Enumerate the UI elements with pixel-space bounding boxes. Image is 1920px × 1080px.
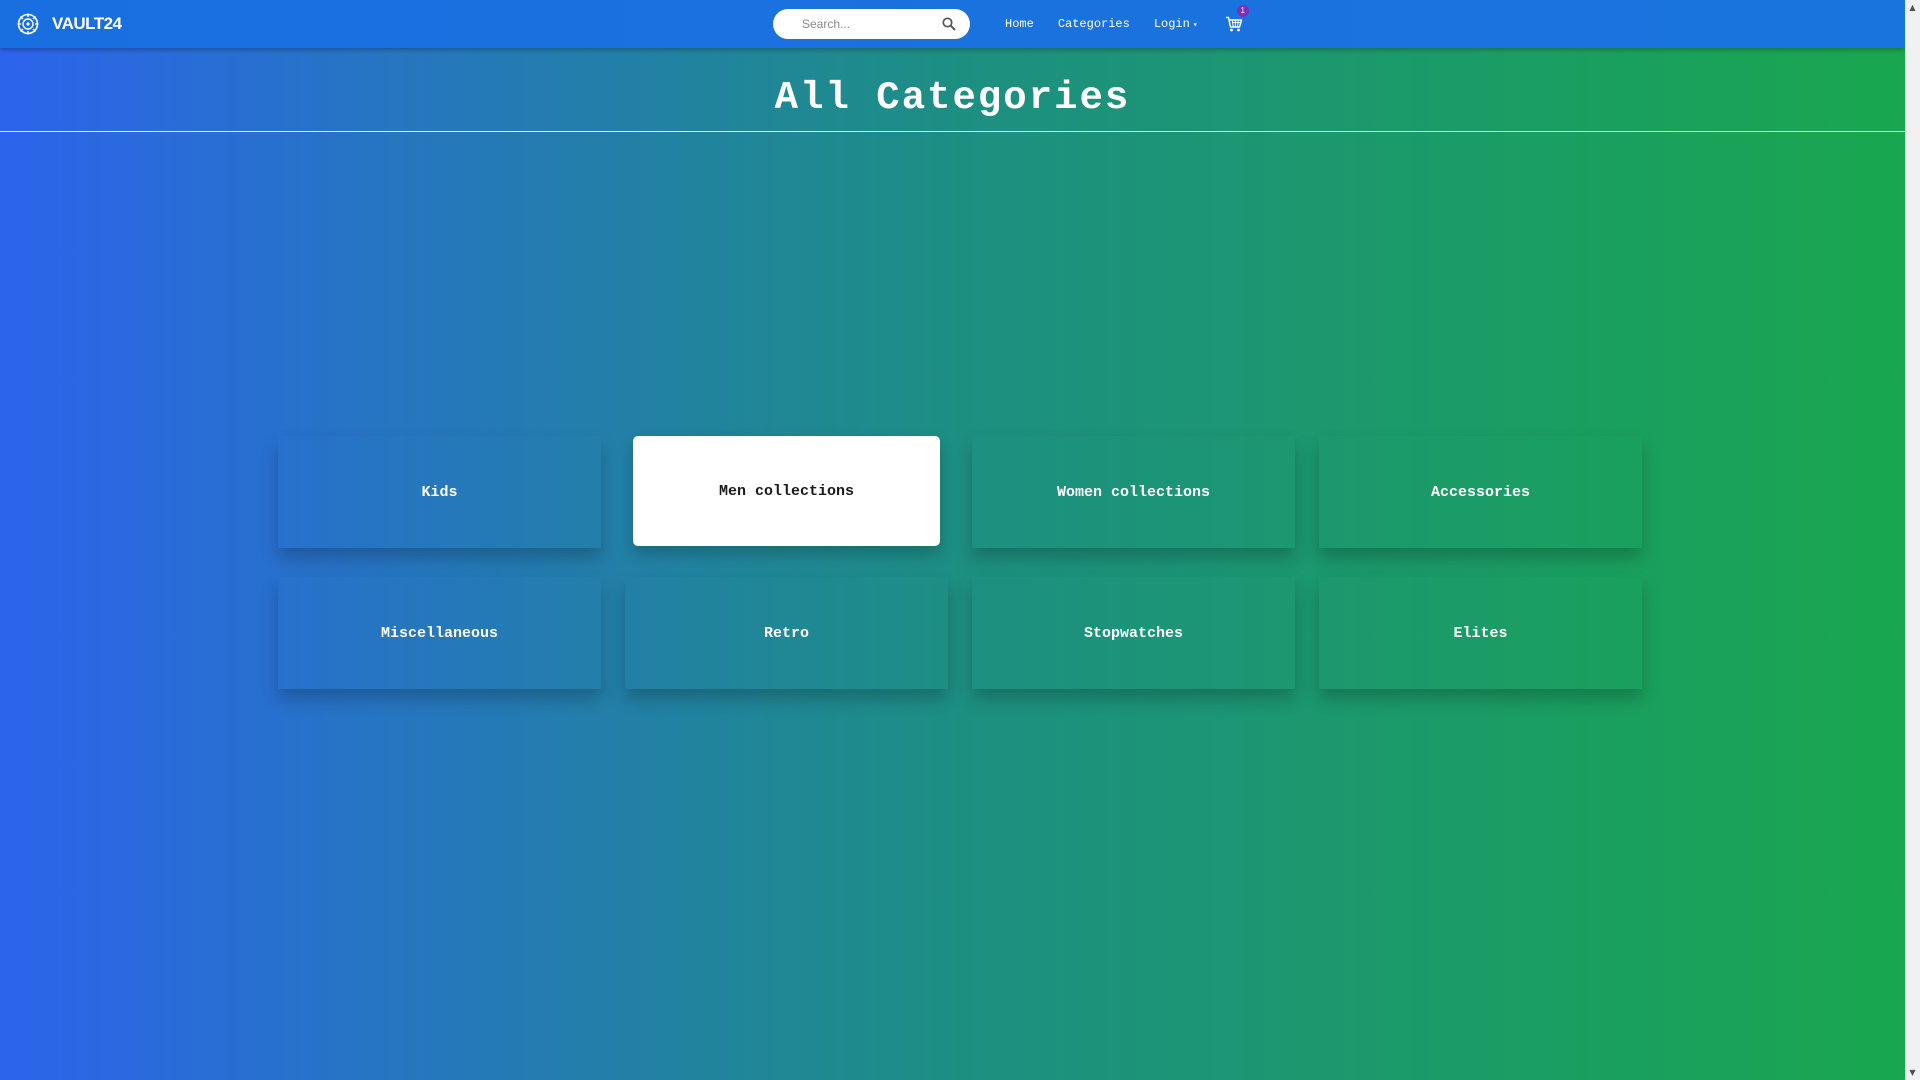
category-card-elites[interactable]: Elites <box>1319 577 1642 689</box>
category-card-kids[interactable]: Kids <box>278 436 601 548</box>
category-card-stopwatches[interactable]: Stopwatches <box>972 577 1295 689</box>
vertical-scrollbar[interactable]: ▲ ▼ <box>1905 0 1920 1080</box>
category-card-women-collections[interactable]: Women collections <box>972 436 1295 548</box>
category-card-miscellaneous[interactable]: Miscellaneous <box>278 577 601 689</box>
category-card-accessories[interactable]: Accessories <box>1319 436 1642 548</box>
category-card-retro[interactable]: Retro <box>625 577 948 689</box>
scroll-down-icon[interactable]: ▼ <box>1905 1065 1920 1080</box>
category-card-men-collections[interactable]: Men collections <box>633 436 940 546</box>
category-grid: Kids Men collections Women collections A… <box>0 0 1905 1080</box>
scroll-up-icon[interactable]: ▲ <box>1905 0 1920 15</box>
